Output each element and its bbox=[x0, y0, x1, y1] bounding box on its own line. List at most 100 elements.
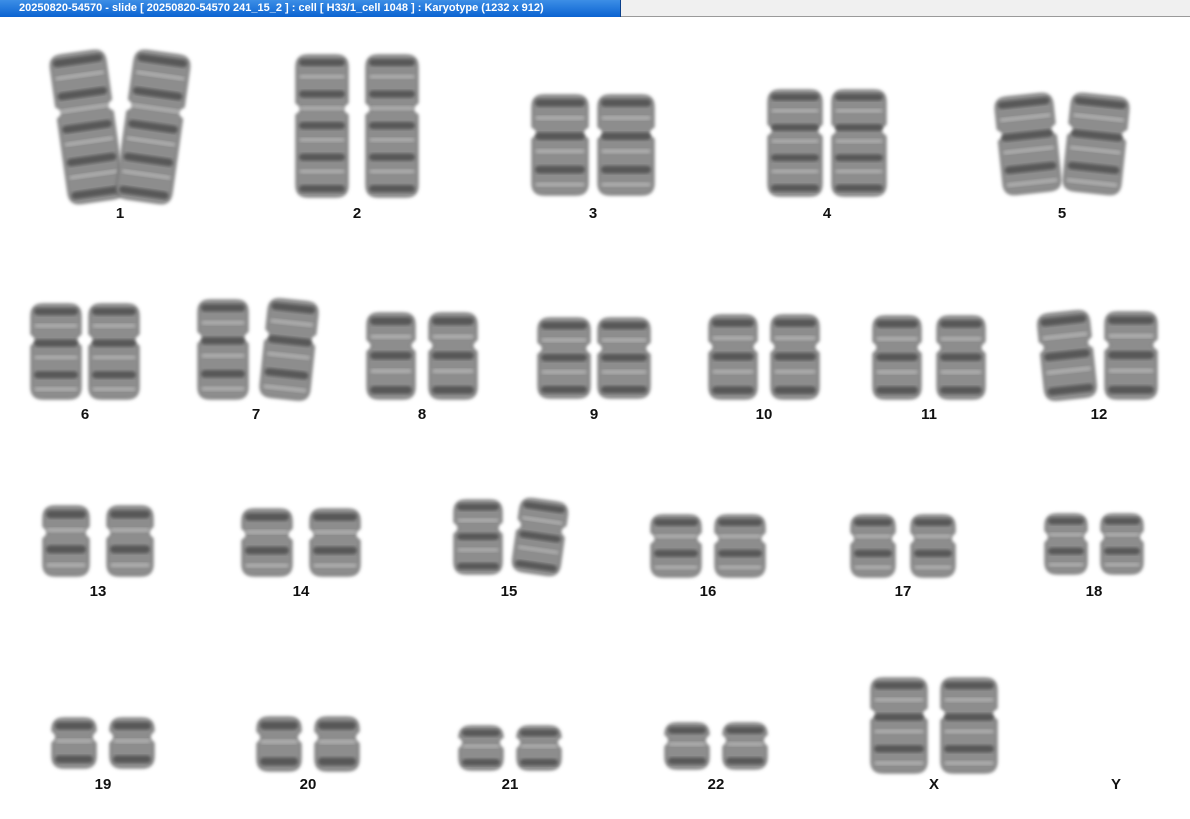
chromosome-2-right[interactable] bbox=[365, 54, 419, 198]
chromosome-pair-18[interactable] bbox=[1044, 513, 1144, 575]
chromosome-6-left[interactable] bbox=[30, 303, 82, 400]
chromosome-17-right[interactable] bbox=[910, 514, 956, 578]
chromosome-4-right[interactable] bbox=[831, 89, 887, 197]
chromosome-pair-20[interactable] bbox=[256, 716, 360, 772]
chromosome-band bbox=[462, 729, 500, 737]
chromosome-14-right[interactable] bbox=[309, 508, 361, 577]
chromosome-pair-10[interactable] bbox=[708, 314, 820, 400]
chromosome-label-18: 18 bbox=[1085, 583, 1103, 600]
chromosome-13-right[interactable] bbox=[106, 505, 154, 577]
chromosome-pair-6[interactable] bbox=[30, 303, 140, 400]
chromosome-15-left[interactable] bbox=[453, 499, 503, 575]
chromosome-18-right[interactable] bbox=[1100, 513, 1144, 575]
chromosome-band bbox=[1104, 517, 1140, 525]
chromosome-band bbox=[601, 132, 651, 140]
chromosome-8-left[interactable] bbox=[366, 312, 416, 400]
chromosome-pair-1[interactable] bbox=[49, 49, 191, 205]
chromosome-band bbox=[462, 759, 500, 766]
chromosome-5-left[interactable] bbox=[994, 92, 1062, 196]
chromosome-band bbox=[110, 527, 150, 533]
chromosome-pair-16[interactable] bbox=[650, 514, 766, 578]
chromosome-label-12: 12 bbox=[1090, 406, 1108, 423]
chromosome-X-left[interactable] bbox=[870, 677, 928, 774]
chromosome-14-left[interactable] bbox=[241, 508, 293, 577]
chromosome-6-right[interactable] bbox=[88, 303, 140, 400]
chromosome-8-right[interactable] bbox=[428, 312, 478, 400]
chromosome-pair-4[interactable] bbox=[767, 89, 887, 197]
chromosome-10-left[interactable] bbox=[708, 314, 758, 400]
chromosome-16-right[interactable] bbox=[714, 514, 766, 578]
chromosome-9-left[interactable] bbox=[537, 317, 591, 399]
chromosome-11-right[interactable] bbox=[936, 315, 986, 400]
chromosome-1-right[interactable] bbox=[115, 49, 191, 205]
chromosome-pair-3[interactable] bbox=[531, 94, 655, 196]
chromosome-13-left[interactable] bbox=[42, 505, 90, 577]
chromosome-band bbox=[601, 182, 651, 187]
chromosome-5-right[interactable] bbox=[1062, 92, 1130, 196]
chromosome-band bbox=[774, 319, 816, 327]
chromosome-10-right[interactable] bbox=[770, 314, 820, 400]
chromosome-21-right[interactable] bbox=[516, 725, 562, 771]
chromosome-3-left[interactable] bbox=[531, 94, 589, 196]
chromosome-pair-9[interactable] bbox=[537, 317, 651, 399]
chromosome-band bbox=[299, 74, 345, 79]
chromosome-3-right[interactable] bbox=[597, 94, 655, 196]
chromosome-pair-22[interactable] bbox=[664, 722, 768, 770]
chromosome-pair-5[interactable] bbox=[994, 92, 1130, 196]
chromosome-1-left[interactable] bbox=[49, 49, 125, 205]
chromosome-22-left[interactable] bbox=[664, 722, 710, 770]
chromosome-7-left[interactable] bbox=[197, 299, 249, 400]
chromosome-band bbox=[535, 99, 585, 107]
chromosome-22-right[interactable] bbox=[722, 722, 768, 770]
chromosome-pair-17[interactable] bbox=[850, 514, 956, 578]
chromosome-band bbox=[201, 337, 245, 345]
chromosome-9-right[interactable] bbox=[597, 317, 651, 399]
chromosome-pair-21[interactable] bbox=[458, 725, 562, 771]
window-title[interactable]: 20250820-54570 - slide [ 20250820-54570 … bbox=[0, 0, 621, 17]
chromosome-band bbox=[854, 518, 892, 526]
chromosome-16-left[interactable] bbox=[650, 514, 702, 578]
chromosome-4-left[interactable] bbox=[767, 89, 823, 197]
chromosome-band bbox=[313, 563, 357, 568]
chromosome-pair-graphic bbox=[30, 303, 140, 400]
chromosome-12-left[interactable] bbox=[1037, 310, 1098, 402]
chromosome-12-right[interactable] bbox=[1104, 311, 1158, 400]
chromosome-label-17: 17 bbox=[894, 583, 912, 600]
chromosome-band bbox=[535, 115, 585, 120]
chromosome-11-left[interactable] bbox=[872, 315, 922, 400]
chromosome-7-right[interactable] bbox=[259, 298, 319, 402]
chromosome-15-right[interactable] bbox=[511, 497, 569, 577]
chromosome-band bbox=[535, 182, 585, 187]
chromosome-19-left[interactable] bbox=[51, 717, 97, 769]
chromosome-band bbox=[370, 386, 412, 394]
chromosome-pair-graphic bbox=[994, 92, 1130, 196]
chromosome-pair-12[interactable] bbox=[1037, 310, 1158, 401]
chromosome-pair-13[interactable] bbox=[42, 505, 154, 577]
chromosome-pair-7[interactable] bbox=[197, 298, 319, 401]
chromosome-pair-11[interactable] bbox=[872, 315, 986, 400]
chromosome-19-right[interactable] bbox=[109, 717, 155, 769]
chromosome-pair-graphic bbox=[872, 315, 986, 400]
chromosome-18-left[interactable] bbox=[1044, 513, 1088, 575]
chromosome-band bbox=[318, 721, 356, 730]
chromosome-20-right[interactable] bbox=[314, 716, 360, 772]
chromosome-band bbox=[299, 153, 345, 161]
chromosome-20-left[interactable] bbox=[256, 716, 302, 772]
chromosome-band bbox=[245, 529, 289, 535]
chromosome-pair-19[interactable] bbox=[51, 717, 155, 769]
chromosome-band bbox=[601, 115, 651, 120]
chromosome-pair-x[interactable] bbox=[870, 677, 998, 774]
chromosome-17-left[interactable] bbox=[850, 514, 896, 578]
chromosome-band bbox=[457, 518, 499, 523]
chromosome-pair-2[interactable] bbox=[295, 54, 419, 198]
chromosome-band bbox=[654, 518, 698, 526]
chromosome-21-left[interactable] bbox=[458, 725, 504, 771]
chromosome-pair-8[interactable] bbox=[366, 312, 478, 400]
chromosome-pair-14[interactable] bbox=[241, 508, 361, 577]
chromosome-2-left[interactable] bbox=[295, 54, 349, 198]
chromosome-band bbox=[318, 739, 356, 744]
chromosome-label-8: 8 bbox=[417, 406, 427, 423]
chromosome-band bbox=[432, 334, 474, 339]
chromosome-X-right[interactable] bbox=[940, 677, 998, 774]
chromosome-pair-15[interactable] bbox=[453, 497, 568, 577]
